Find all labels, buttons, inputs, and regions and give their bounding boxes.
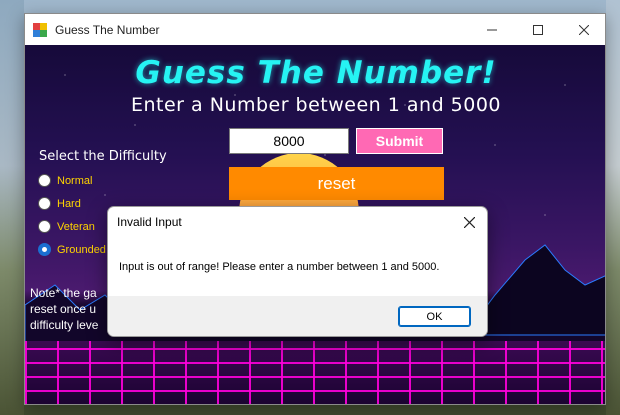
- app-icon: [33, 22, 47, 37]
- radio-circle[interactable]: [38, 220, 51, 233]
- reset-button[interactable]: reset: [229, 167, 444, 200]
- window-title: Guess The Number: [55, 22, 160, 37]
- dialog-title: Invalid Input: [117, 215, 182, 229]
- radio-label: Hard: [57, 197, 81, 210]
- maximize-button[interactable]: [515, 14, 561, 45]
- desktop-background-right: [606, 0, 620, 415]
- minimize-button[interactable]: [469, 14, 515, 45]
- minimize-icon: [487, 29, 497, 30]
- radio-circle[interactable]: [38, 174, 51, 187]
- close-button[interactable]: [561, 14, 605, 45]
- title-bar[interactable]: Guess The Number: [25, 14, 605, 45]
- dialog-close-button[interactable]: [457, 210, 481, 234]
- radio-grounded[interactable]: Grounded: [38, 243, 106, 256]
- radio-veteran[interactable]: Veteran: [38, 220, 95, 233]
- number-input[interactable]: [229, 128, 349, 154]
- ok-button[interactable]: OK: [398, 306, 471, 327]
- desktop-background-left: [0, 0, 24, 415]
- radio-label: Grounded: [57, 243, 106, 256]
- difficulty-label: Select the Difficulty: [39, 149, 167, 164]
- maximize-icon: [533, 24, 543, 35]
- radio-hard[interactable]: Hard: [38, 197, 81, 210]
- game-subheading: Enter a Number between 1 and 5000: [130, 94, 502, 116]
- dialog-message: Input is out of range! Please enter a nu…: [119, 261, 440, 273]
- neon-grid-floor: [25, 341, 605, 404]
- close-icon: [463, 216, 475, 228]
- radio-normal[interactable]: Normal: [38, 174, 92, 187]
- submit-button[interactable]: Submit: [356, 128, 443, 154]
- close-icon: [579, 24, 589, 35]
- radio-circle[interactable]: [38, 197, 51, 210]
- game-heading: Guess The Number!: [135, 55, 497, 91]
- invalid-input-dialog: Invalid Input Input is out of range! Ple…: [107, 206, 488, 337]
- dialog-footer: OK: [108, 296, 487, 336]
- radio-label: Veteran: [57, 220, 95, 233]
- radio-label: Normal: [57, 174, 93, 187]
- radio-circle-selected[interactable]: [38, 243, 51, 256]
